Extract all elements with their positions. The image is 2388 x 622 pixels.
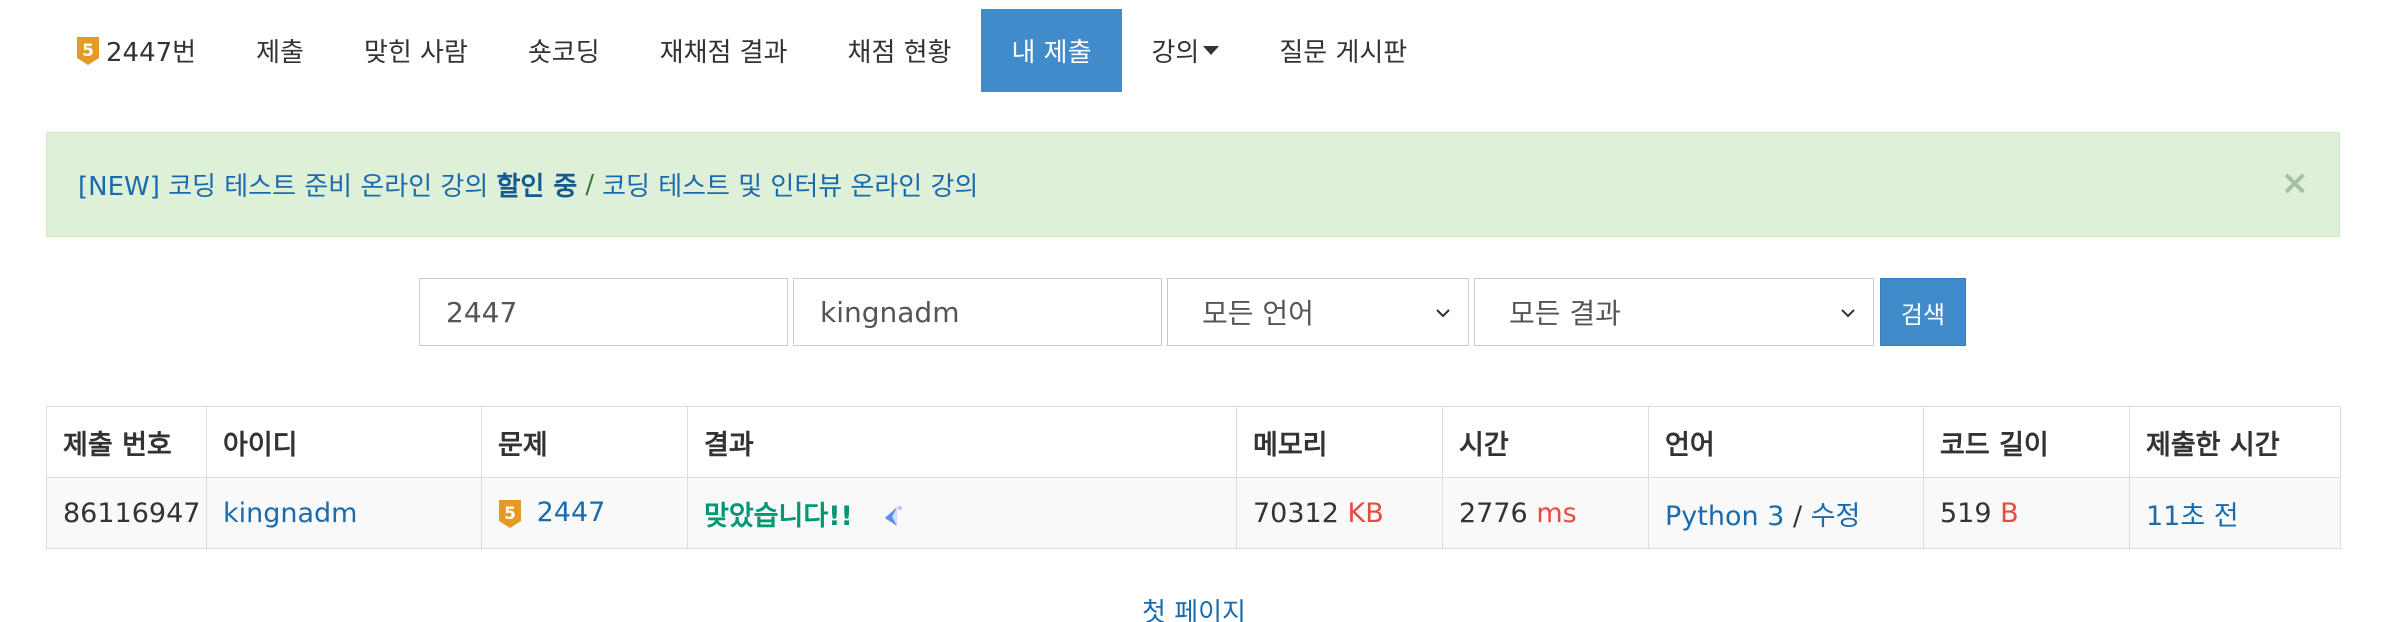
nav-judge-status[interactable]: 채점 현황 xyxy=(818,9,982,92)
submitted-at-link[interactable]: 11초 전 xyxy=(2146,501,2239,532)
cell-memory: 70312 KB xyxy=(1236,477,1443,549)
header-submission-id: 제출 번호 xyxy=(46,406,207,478)
page: 5 2447번 제출 맞힌 사람 숏코딩 재채점 결과 채점 현황 내 제출 강… xyxy=(0,0,2388,622)
language-separator: / xyxy=(1792,500,1803,532)
search-button[interactable]: 검색 xyxy=(1880,278,1966,346)
cell-result: 맞았습니다!! xyxy=(687,477,1237,549)
header-submitted-at: 제출한 시간 xyxy=(2129,406,2341,478)
nav-my-submissions[interactable]: 내 제출 xyxy=(981,9,1122,92)
cell-time: 2776 ms xyxy=(1442,477,1649,549)
nav-shortcoding[interactable]: 숏코딩 xyxy=(498,9,630,92)
nav-qna-board[interactable]: 질문 게시판 xyxy=(1249,9,1437,92)
code-length-value: 519 xyxy=(1940,497,1992,529)
memory-unit: KB xyxy=(1347,497,1384,529)
user-link[interactable]: kingnadm xyxy=(223,498,358,529)
header-user: 아이디 xyxy=(206,406,482,478)
table-header-row: 제출 번호 아이디 문제 결과 메모리 시간 언어 코드 길이 제출한 시간 xyxy=(46,406,2341,478)
tier-badge-icon: 5 xyxy=(499,499,521,528)
nav-rejudge-result[interactable]: 재채점 결과 xyxy=(630,9,818,92)
header-language: 언어 xyxy=(1648,406,1924,478)
result-select[interactable]: 모든 결과 xyxy=(1474,278,1874,346)
nav-problem[interactable]: 5 2447번 xyxy=(46,9,226,92)
edit-link[interactable]: 수정 xyxy=(1811,501,1861,532)
cell-problem: 5 2447 xyxy=(481,477,688,549)
tier-badge-number: 5 xyxy=(82,41,94,61)
memory-value: 70312 xyxy=(1253,497,1339,529)
share-icon[interactable] xyxy=(879,504,905,530)
user-id-input[interactable]: kingnadm xyxy=(793,278,1162,346)
pagination: 첫 페이지 xyxy=(0,592,2388,622)
nav-solvers[interactable]: 맞힌 사람 xyxy=(334,9,498,92)
promo-alert: [NEW] 코딩 테스트 준비 온라인 강의 할인 중 / 코딩 테스트 및 인… xyxy=(46,132,2340,237)
header-result: 결과 xyxy=(687,406,1237,478)
result-select-value: 모든 결과 xyxy=(1509,297,1621,330)
language-select[interactable]: 모든 언어 xyxy=(1167,278,1469,346)
time-unit: ms xyxy=(1536,497,1577,529)
nav-problem-label: 2447번 xyxy=(106,38,197,68)
tier-badge-icon: 5 xyxy=(77,36,99,65)
result-accepted: 맞았습니다!! xyxy=(704,500,853,532)
cell-code-length: 519 B xyxy=(1923,477,2130,549)
header-memory: 메모리 xyxy=(1236,406,1443,478)
time-value: 2776 xyxy=(1459,497,1528,529)
status-table: 제출 번호 아이디 문제 결과 메모리 시간 언어 코드 길이 제출한 시간 8… xyxy=(46,406,2341,549)
problem-link[interactable]: 2447 xyxy=(537,497,606,528)
first-page-link[interactable]: 첫 페이지 xyxy=(1142,598,1246,622)
language-select-value: 모든 언어 xyxy=(1202,297,1314,330)
alert-highlight: 할인 중 xyxy=(496,172,578,202)
problem-nav: 5 2447번 제출 맞힌 사람 숏코딩 재채점 결과 채점 현황 내 제출 강… xyxy=(46,9,1437,92)
table-row: 86116947 kingnadm 5 2447 맞았습니다!! 70312 K… xyxy=(46,477,2341,549)
cell-language: Python 3 / 수정 xyxy=(1648,477,1924,549)
tier-badge-number: 5 xyxy=(504,504,516,524)
alert-separator: / xyxy=(585,169,595,200)
nav-lectures-label: 강의 xyxy=(1151,38,1200,68)
cell-user: kingnadm xyxy=(206,477,482,549)
cell-submitted-at: 11초 전 xyxy=(2129,477,2341,549)
header-code-length: 코드 길이 xyxy=(1923,406,2130,478)
nav-submit[interactable]: 제출 xyxy=(226,9,334,92)
alert-link-interview-course[interactable]: 코딩 테스트 및 인터뷰 온라인 강의 xyxy=(602,166,978,203)
cell-submission-id: 86116947 xyxy=(46,477,207,549)
caret-down-icon xyxy=(1203,46,1220,55)
code-length-unit: B xyxy=(2000,497,2019,529)
header-time: 시간 xyxy=(1442,406,1649,478)
chevron-down-icon xyxy=(1436,309,1450,318)
language-link[interactable]: Python 3 xyxy=(1665,501,1784,532)
header-problem: 문제 xyxy=(481,406,688,478)
close-icon[interactable]: × xyxy=(2281,163,2310,203)
alert-prefix: [NEW] 코딩 테스트 준비 온라인 강의 xyxy=(78,172,489,202)
nav-lectures[interactable]: 강의 xyxy=(1122,9,1250,92)
alert-link-course-sale[interactable]: [NEW] 코딩 테스트 준비 온라인 강의 할인 중 xyxy=(78,166,577,203)
problem-id-input[interactable]: 2447 xyxy=(419,278,788,346)
chevron-down-icon xyxy=(1841,309,1855,318)
